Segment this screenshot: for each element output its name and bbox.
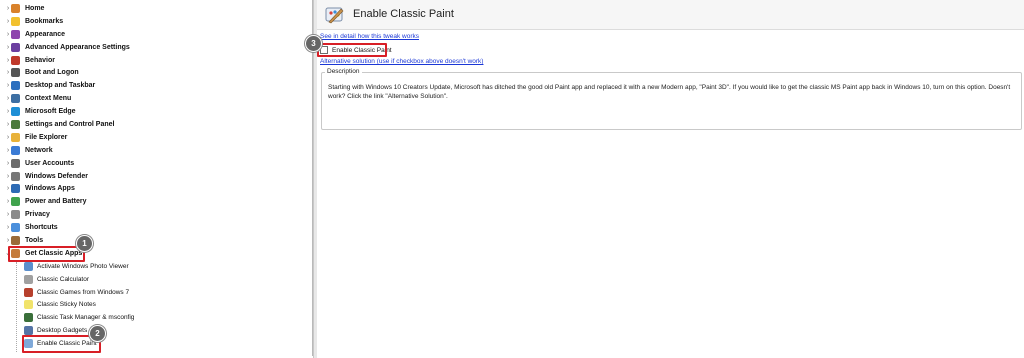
calculator-icon xyxy=(24,274,33,284)
step-marker-1: 1 xyxy=(76,235,93,252)
task-manager-icon xyxy=(24,313,33,323)
tree-item-power-and-battery[interactable]: › Power and Battery xyxy=(0,195,312,208)
tree-item-windows-defender[interactable]: › Windows Defender xyxy=(0,170,312,183)
navigation-tree: › Home › Bookmarks › Appearance › Advanced Appe… xyxy=(0,0,313,356)
desktop-icon xyxy=(11,81,20,91)
alternative-solution-link[interactable]: Alternative solution (use if checkbox ab… xyxy=(320,58,483,65)
tree-item-label: Advanced Appearance Settings xyxy=(25,43,130,51)
games-icon xyxy=(24,287,33,297)
tree-item-file-explorer[interactable]: › File Explorer xyxy=(0,131,312,144)
description-group: Description Starting with Windows 10 Cre… xyxy=(321,68,1022,130)
behavior-icon xyxy=(11,55,20,65)
tweak-details-link[interactable]: See in detail how this tweak works xyxy=(320,33,419,40)
tree-subitem-classic-calculator[interactable]: Classic Calculator xyxy=(0,273,312,286)
tweak-header: Enable Classic Paint xyxy=(317,0,1024,30)
defender-icon xyxy=(11,171,20,181)
description-legend: Description xyxy=(325,68,362,75)
tree-item-label: Privacy xyxy=(25,211,50,219)
tree-item-privacy[interactable]: › Privacy xyxy=(0,208,312,221)
shortcut-icon xyxy=(11,223,20,233)
edge-icon xyxy=(11,107,20,117)
tree-subitem-label: Classic Task Manager & msconfig xyxy=(37,314,135,322)
tree-item-label: Context Menu xyxy=(25,95,72,103)
tree-item-context-menu[interactable]: › Context Menu xyxy=(0,92,312,105)
privacy-icon xyxy=(11,210,20,220)
tree-list: › Home › Bookmarks › Appearance › Advanced Appe… xyxy=(0,0,312,350)
tools-icon xyxy=(11,236,20,246)
tree-item-label: Windows Apps xyxy=(25,185,75,193)
tree-item-behavior[interactable]: › Behavior xyxy=(0,54,312,67)
tree-subitem-classic-sticky-notes[interactable]: Classic Sticky Notes xyxy=(0,298,312,311)
description-text: Starting with Windows 10 Creators Update… xyxy=(328,84,1011,100)
tree-item-advanced-appearance-settings[interactable]: › Advanced Appearance Settings xyxy=(0,41,312,54)
control-panel-icon xyxy=(11,120,20,130)
tree-item-bookmarks[interactable]: › Bookmarks xyxy=(0,15,312,28)
tree-item-label: Boot and Logon xyxy=(25,69,79,77)
tree-item-label: Network xyxy=(25,146,53,154)
page-title: Enable Classic Paint xyxy=(353,8,454,20)
tree-item-user-accounts[interactable]: › User Accounts xyxy=(0,157,312,170)
tree-item-label: Microsoft Edge xyxy=(25,108,76,116)
tree-item-label: File Explorer xyxy=(25,133,68,141)
tree-item-appearance[interactable]: › Appearance xyxy=(0,28,312,41)
star-icon xyxy=(11,16,20,26)
highlight-checkbox xyxy=(317,43,387,57)
windows-apps-icon xyxy=(11,184,20,194)
tree-item-home[interactable]: › Home xyxy=(0,2,312,15)
highlight-get-classic-apps xyxy=(8,246,85,262)
tree-item-label: Settings and Control Panel xyxy=(25,120,115,128)
tree-item-boot-and-logon[interactable]: › Boot and Logon xyxy=(0,66,312,79)
tree-item-label: Appearance xyxy=(25,30,66,38)
tree-item-label: User Accounts xyxy=(25,159,75,167)
tree-subitem-classic-games-from-windows-7[interactable]: Classic Games from Windows 7 xyxy=(0,286,312,299)
tree-item-settings-and-control-panel[interactable]: › Settings and Control Panel xyxy=(0,118,312,131)
folder-icon xyxy=(11,132,20,142)
sticky-notes-icon xyxy=(24,300,33,310)
tree-guide-line xyxy=(16,262,18,352)
photo-viewer-icon xyxy=(24,261,33,271)
step-marker-3: 3 xyxy=(305,35,322,52)
tree-subitem-label: Classic Games from Windows 7 xyxy=(37,288,130,296)
tree-item-tools[interactable]: › Tools xyxy=(0,234,312,247)
tree-item-desktop-and-taskbar[interactable]: › Desktop and Taskbar xyxy=(0,79,312,92)
tree-subitem-label: Classic Sticky Notes xyxy=(37,301,96,309)
paint-icon xyxy=(325,7,344,24)
tree-subitem-label: Classic Calculator xyxy=(37,275,90,283)
boot-icon xyxy=(11,68,20,78)
tree-item-label: Power and Battery xyxy=(25,198,87,206)
tree-item-label: Tools xyxy=(25,236,44,244)
tree-subitem-classic-task-manager-msconfig[interactable]: Classic Task Manager & msconfig xyxy=(0,311,312,324)
tree-subitem-label: Desktop Gadgets xyxy=(37,327,88,335)
tree-item-label: Shortcuts xyxy=(25,224,58,232)
tree-item-label: Behavior xyxy=(25,56,55,64)
tree-subitem-label: Activate Windows Photo Viewer xyxy=(37,262,129,270)
tree-item-label: Desktop and Taskbar xyxy=(25,82,96,90)
tree-item-label: Bookmarks xyxy=(25,17,64,25)
paint-palette-icon xyxy=(11,29,20,39)
palette-settings-icon xyxy=(11,42,20,52)
tree-item-label: Home xyxy=(25,4,45,12)
network-icon xyxy=(11,145,20,155)
tree-item-label: Windows Defender xyxy=(25,172,88,180)
gadgets-icon xyxy=(24,326,33,336)
power-icon xyxy=(11,197,20,207)
step-marker-2: 2 xyxy=(89,325,106,342)
tweak-detail-panel: Enable Classic Paint See in detail how t… xyxy=(305,0,1024,358)
tree-item-windows-apps[interactable]: › Windows Apps xyxy=(0,182,312,195)
tree-item-shortcuts[interactable]: › Shortcuts xyxy=(0,221,312,234)
home-icon xyxy=(11,4,20,13)
tree-item-microsoft-edge[interactable]: › Microsoft Edge xyxy=(0,105,312,118)
user-accounts-icon xyxy=(11,158,20,168)
tree-item-network[interactable]: › Network xyxy=(0,144,312,157)
context-menu-icon xyxy=(11,94,20,104)
